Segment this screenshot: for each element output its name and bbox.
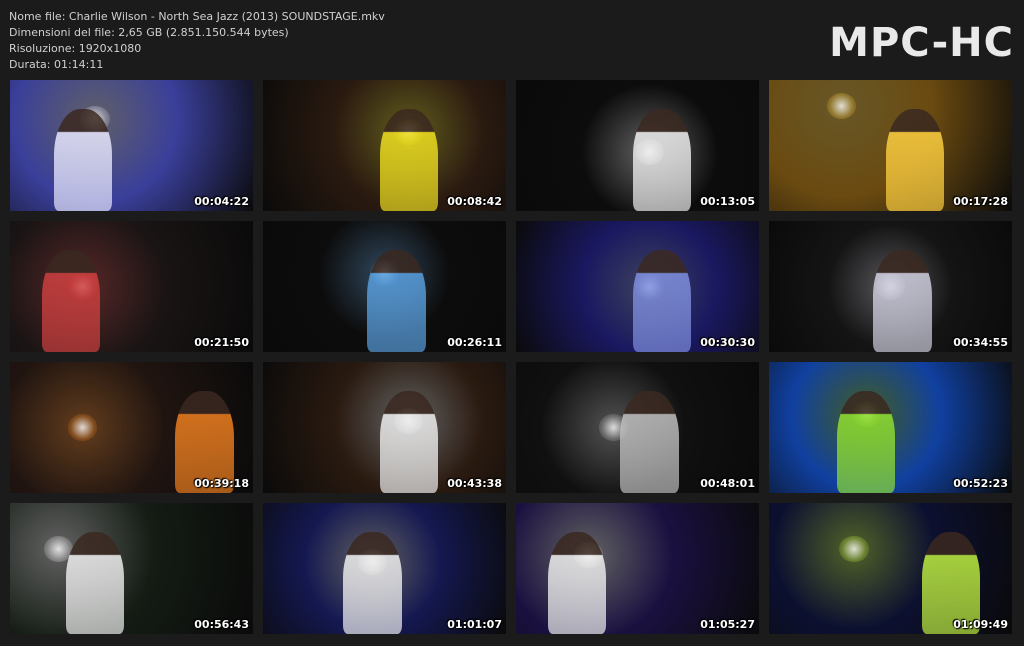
thumbnail: 00:21:50 [10, 221, 253, 352]
performer-figure [343, 531, 402, 634]
thumbnail-timestamp: 00:17:28 [953, 195, 1008, 208]
performer-figure [632, 249, 691, 352]
thumbnail-timestamp: 00:39:18 [194, 477, 249, 490]
performer-figure [367, 249, 426, 352]
duration-text: Durata: 01:14:11 [9, 58, 104, 71]
thumbnail: 00:48:01 [516, 362, 759, 493]
thumbnail-timestamp: 00:34:55 [953, 336, 1008, 349]
thumbnail: 00:52:23 [769, 362, 1012, 493]
performer-figure [65, 531, 125, 634]
thumbnail-timestamp: 00:48:01 [700, 477, 755, 490]
thumbnail-timestamp: 01:09:49 [953, 618, 1008, 631]
thumbnail-timestamp: 00:26:11 [447, 336, 502, 349]
thumbnail-timestamp: 00:21:50 [194, 336, 249, 349]
thumbnail: 00:26:11 [263, 221, 506, 352]
stage-light [827, 93, 857, 120]
thumbnail-timestamp: 00:08:42 [447, 195, 502, 208]
thumbnail: 00:17:28 [769, 80, 1012, 211]
thumbnail: 00:43:38 [263, 362, 506, 493]
thumbnail-timestamp: 00:43:38 [447, 477, 502, 490]
stage-light [68, 414, 98, 441]
file-name-text: Nome file: Charlie Wilson - North Sea Ja… [9, 10, 385, 23]
thumbnail-timestamp: 00:04:22 [194, 195, 249, 208]
performer-figure [837, 390, 896, 493]
file-info-panel: Nome file: Charlie Wilson - North Sea Ja… [9, 9, 385, 73]
performer-figure [620, 390, 679, 493]
thumbnail: 00:39:18 [10, 362, 253, 493]
thumbnail-timestamp: 00:30:30 [700, 336, 755, 349]
thumbnail: 01:09:49 [769, 503, 1012, 634]
resolution-text: Risoluzione: 1920x1080 [9, 42, 142, 55]
thumbnail-timestamp: 01:05:27 [700, 618, 755, 631]
thumbnail: 00:13:05 [516, 80, 759, 211]
thumbnail: 01:01:07 [263, 503, 506, 634]
thumbnail-timestamp: 00:13:05 [700, 195, 755, 208]
performer-figure [379, 390, 438, 493]
thumbnail: 00:30:30 [516, 221, 759, 352]
performer-figure [873, 249, 932, 352]
performer-figure [632, 108, 691, 211]
thumbnail-grid: 00:04:22 00:08:42 00:13:05 00:17:28 00:2… [10, 80, 1012, 634]
performer-figure [379, 108, 438, 211]
thumbnail-timestamp: 00:56:43 [194, 618, 249, 631]
thumbnail-timestamp: 01:01:07 [447, 618, 502, 631]
performer-figure [53, 108, 113, 211]
file-size-text: Dimensioni del file: 2,65 GB (2.851.150.… [9, 26, 289, 39]
thumbnail: 00:04:22 [10, 80, 253, 211]
thumbnail: 00:56:43 [10, 503, 253, 634]
thumbnail: 01:05:27 [516, 503, 759, 634]
thumbnail-timestamp: 00:52:23 [953, 477, 1008, 490]
performer-figure [41, 249, 100, 352]
mpc-hc-logo: MPC-HC [829, 20, 1014, 66]
performer-figure [885, 108, 944, 211]
thumbnail: 00:08:42 [263, 80, 506, 211]
thumbnail: 00:34:55 [769, 221, 1012, 352]
performer-figure [547, 531, 606, 634]
stage-light [839, 535, 869, 562]
